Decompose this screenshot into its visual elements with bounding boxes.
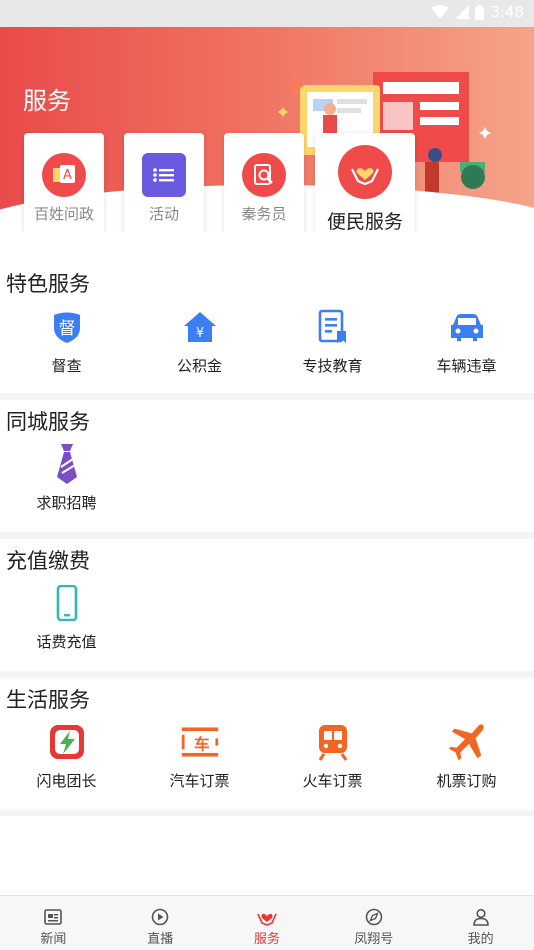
quick-entry-label: 活动 [148,205,179,223]
section-title: 特色服务 [6,272,90,296]
svg-text:督: 督 [58,319,75,339]
service-label: 闪电团长 [36,772,97,790]
section-title: 生活服务 [6,688,90,712]
document-icon [313,307,353,347]
quick-entry-label: 便民服务 [326,211,403,233]
svg-text:车: 车 [194,734,209,753]
service-flight-ticket[interactable]: 机票订购 [400,722,533,791]
service-vehicle-violation[interactable]: 车辆违章 [400,307,533,376]
section-life-services: 生活服务 闪电团长 车 汽车订票 火车订票 机票订购 [0,678,534,810]
user-icon [427,908,534,928]
svg-text:A: A [63,168,72,183]
wifi-icon [431,5,450,19]
quick-entry-qin-officer[interactable]: 秦务员 [224,133,304,237]
quick-entry-activity[interactable]: 活动 [124,133,204,237]
status-bar: 3:48 [0,0,534,27]
bottom-tab-bar: 新闻 直播 服务 凤翔号 我的 [0,895,534,950]
bottom-blank-area [0,816,534,895]
service-label: 机票订购 [436,772,497,790]
plane-icon [447,722,487,762]
tab-label: 凤翔号 [354,932,394,947]
service-label: 话费充值 [36,633,97,651]
service-train-ticket[interactable]: 火车订票 [266,722,399,791]
status-icons: 3:48 [431,3,524,21]
quick-entry-label: 百姓问政 [33,205,94,223]
quick-entry-label: 秦务员 [241,205,287,223]
tab-label: 直播 [147,932,174,947]
service-label: 车辆违章 [436,357,497,375]
tab-fengxiang[interactable]: 凤翔号 [320,896,427,950]
tab-mine[interactable]: 我的 [427,896,534,950]
section-title: 同城服务 [6,410,90,434]
tab-news[interactable]: 新闻 [0,896,107,950]
supervise-badge-icon: 督 [47,307,87,347]
car-icon [447,307,487,347]
heart-hands-icon [338,145,392,199]
compass-icon [320,908,427,928]
heart-hand-icon [214,908,321,928]
section-recharge-payment: 充值缴费 话费充值 [0,539,534,671]
header-spacer [0,232,534,262]
house-yen-icon: ¥ [180,307,220,347]
section-local-services: 同城服务 求职招聘 [0,400,534,532]
page-title: 服务 [23,87,71,115]
list-board-icon [142,153,186,197]
service-phone-recharge[interactable]: 话费充值 [0,583,133,652]
phone-icon [47,583,87,623]
tab-label: 服务 [253,932,280,947]
service-label: 求职招聘 [36,494,97,512]
signal-icon [455,5,470,19]
bus-ticket-icon: 车 [180,722,220,762]
service-supervision[interactable]: 督 督查 [0,307,133,376]
battery-icon [475,4,485,20]
service-bus-ticket[interactable]: 车 汽车订票 [133,722,266,791]
service-label: 火车订票 [302,772,363,790]
service-housing-fund[interactable]: ¥ 公积金 [133,307,266,376]
service-label: 督查 [51,357,82,375]
section-featured-services: 特色服务 督 督查 ¥ 公积金 专技教育 车辆违章 [0,262,534,393]
svg-text:¥: ¥ [195,326,203,341]
service-label: 公积金 [176,357,222,375]
tab-live[interactable]: 直播 [107,896,214,950]
status-time: 3:48 [490,3,524,21]
tie-icon [47,444,87,484]
search-doc-icon [242,153,286,197]
play-icon [107,908,214,928]
news-icon [0,908,107,928]
quick-entry-citizen-affairs[interactable]: A 百姓问政 [24,133,104,237]
tab-label: 我的 [467,932,494,947]
lightning-icon [47,722,87,762]
service-job-recruitment[interactable]: 求职招聘 [0,444,133,513]
tab-service[interactable]: 服务 [214,896,321,950]
service-label: 专技教育 [302,357,363,375]
train-icon [313,722,353,762]
a-letter-icon: A [42,153,86,197]
service-label: 汽车订票 [169,772,230,790]
service-flash-leader[interactable]: 闪电团长 [0,722,133,791]
service-professional-education[interactable]: 专技教育 [266,307,399,376]
section-title: 充值缴费 [6,549,90,573]
tab-label: 新闻 [40,932,67,947]
